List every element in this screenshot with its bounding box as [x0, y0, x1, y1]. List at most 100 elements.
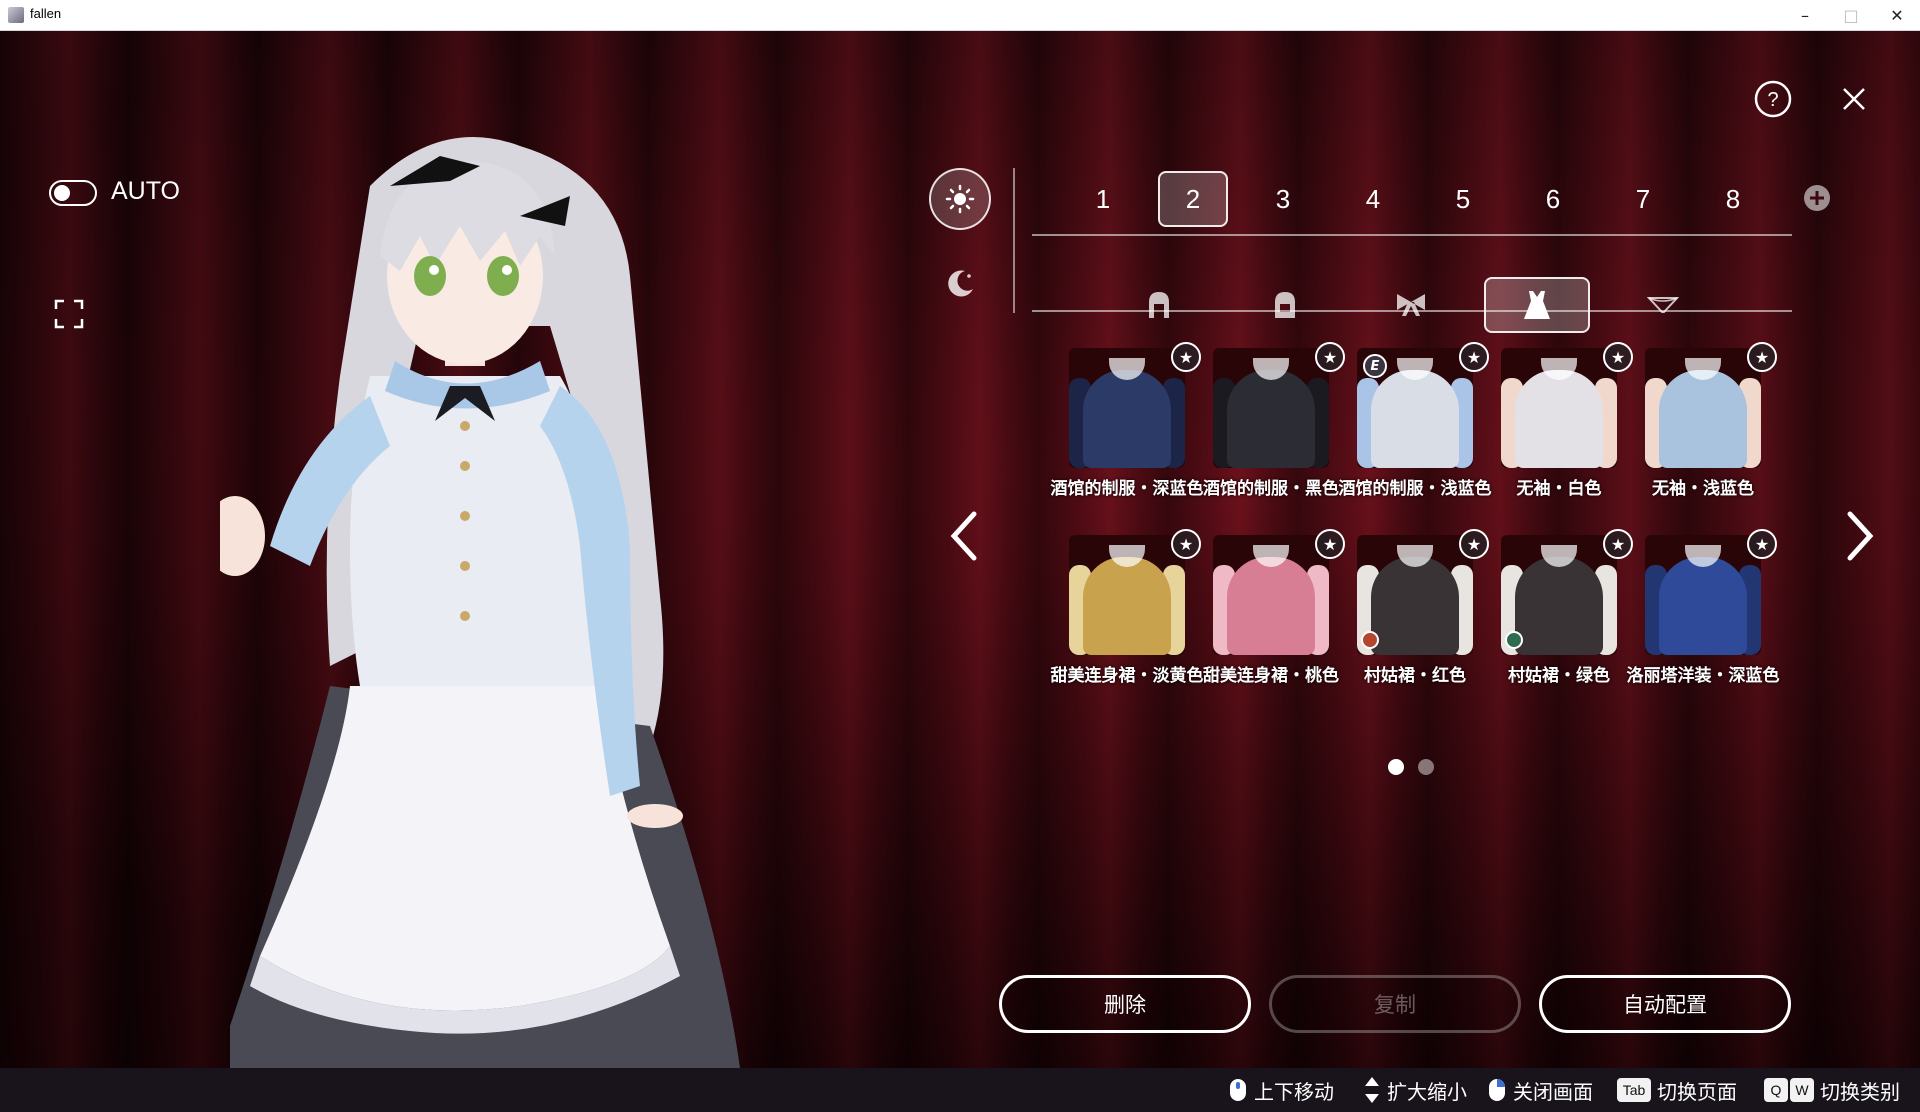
dress-icon [1524, 291, 1550, 319]
outfit-torso [1659, 370, 1747, 468]
minimize-button[interactable]: – [1782, 0, 1828, 30]
slot-1[interactable]: 1 [1068, 171, 1138, 227]
help-icon[interactable]: ? [1753, 79, 1793, 119]
close-icon[interactable] [1834, 79, 1874, 119]
sun-icon [945, 184, 975, 214]
underwear-icon [1647, 297, 1679, 313]
mouse-wheel-icon [1230, 1079, 1246, 1101]
hint-switch-category-label: 切换类别 [1820, 1079, 1900, 1104]
chevron-right-icon[interactable] [1840, 506, 1880, 566]
outfit-item[interactable]: ★ 村姑裙・红色 [1345, 529, 1489, 705]
outfit-item[interactable]: ★ 酒馆的制服・黑色 [1201, 342, 1345, 518]
chevron-left-icon[interactable] [944, 506, 984, 566]
slot-6[interactable]: 6 [1518, 171, 1588, 227]
outfit-label: 洛丽塔洋装・深蓝色 [1626, 666, 1780, 686]
q-key: Q [1764, 1078, 1788, 1102]
ribbon-icon [1397, 294, 1425, 316]
outfit-label: 无袖・浅蓝色 [1652, 479, 1754, 499]
category-tab-back-hair[interactable] [1232, 277, 1338, 333]
page-dot-2[interactable] [1418, 759, 1434, 775]
star-icon[interactable]: ★ [1603, 342, 1633, 372]
app-icon [8, 7, 24, 23]
star-icon[interactable]: ★ [1171, 342, 1201, 372]
outfit-torso [1515, 370, 1603, 468]
slot-3[interactable]: 3 [1248, 171, 1318, 227]
auto-config-button[interactable]: 自动配置 [1539, 975, 1791, 1033]
outfit-thumbnail [1213, 535, 1329, 655]
controls-hint-bar: 上下移动 扩大缩小 关闭画面 Tab 切换页面 Q W 切换类别 [0, 1068, 1920, 1112]
outfit-label: 甜美连身裙・桃色 [1203, 666, 1339, 686]
outfit-label: 村姑裙・绿色 [1508, 666, 1610, 686]
up-down-arrow-icon [1365, 1077, 1379, 1103]
category-tab-accessory[interactable] [1358, 277, 1464, 333]
character-illustration [220, 137, 740, 1068]
outfit-thumbnail [1501, 348, 1617, 468]
star-icon[interactable]: ★ [1459, 342, 1489, 372]
window-title: fallen [30, 6, 62, 21]
outfit-torso [1515, 557, 1603, 655]
window-close-button[interactable]: ✕ [1874, 0, 1920, 30]
hint-move: 上下移动 [1228, 1076, 1334, 1104]
outfit-label: 酒馆的制服・深蓝色 [1050, 479, 1204, 499]
hint-move-label: 上下移动 [1254, 1079, 1334, 1104]
equipped-badge: E [1363, 354, 1387, 378]
outfit-label: 村姑裙・红色 [1364, 666, 1466, 686]
slots-divider [1032, 234, 1792, 236]
copy-button[interactable]: 复制 [1269, 975, 1521, 1033]
panel-divider [1013, 168, 1015, 313]
star-icon[interactable]: ★ [1747, 342, 1777, 372]
hint-zoom: 扩大缩小 [1363, 1076, 1467, 1104]
delete-button[interactable]: 删除 [999, 975, 1251, 1033]
outfit-torso [1227, 557, 1315, 655]
wig-back-icon [1275, 292, 1295, 318]
day-mode-button[interactable] [929, 168, 991, 230]
color-swatch [1361, 631, 1379, 649]
hint-close-label: 关闭画面 [1513, 1079, 1593, 1104]
outfit-item[interactable]: ★ 酒馆的制服・深蓝色 [1051, 342, 1204, 518]
page-dot-1[interactable] [1388, 759, 1404, 775]
outfit-torso [1227, 370, 1315, 468]
auto-toggle-knob [54, 185, 70, 201]
category-tab-clothing[interactable] [1484, 277, 1590, 333]
auto-label: AUTO [111, 177, 180, 205]
outfit-torso [1371, 370, 1459, 468]
outfit-item[interactable]: ★ 甜美连身裙・桃色 [1201, 529, 1345, 705]
hint-close: 关闭画面 [1487, 1076, 1593, 1104]
maximize-button[interactable]: □ [1828, 0, 1874, 30]
auto-toggle[interactable] [49, 180, 97, 206]
star-icon[interactable]: ★ [1459, 529, 1489, 559]
slot-5[interactable]: 5 [1428, 171, 1498, 227]
outfit-torso [1083, 370, 1171, 468]
slot-8[interactable]: 8 [1698, 171, 1768, 227]
outfit-thumbnail [1069, 348, 1185, 468]
outfit-torso [1371, 557, 1459, 655]
plus-icon[interactable] [1803, 184, 1831, 212]
star-icon[interactable]: ★ [1603, 529, 1633, 559]
star-icon[interactable]: ★ [1747, 529, 1777, 559]
slot-4[interactable]: 4 [1338, 171, 1408, 227]
outfit-label: 甜美连身裙・淡黄色 [1050, 666, 1204, 686]
outfit-item[interactable]: ★ 无袖・浅蓝色 [1633, 342, 1777, 518]
slot-7[interactable]: 7 [1608, 171, 1678, 227]
outfit-thumbnail [1213, 348, 1329, 468]
outfit-item[interactable]: ★ 无袖・白色 [1489, 342, 1633, 518]
outfit-label: 无袖・白色 [1516, 479, 1602, 499]
fullscreen-icon[interactable] [54, 299, 84, 329]
outfit-item[interactable]: ★ 村姑裙・绿色 [1489, 529, 1633, 705]
star-icon[interactable]: ★ [1315, 342, 1345, 372]
svg-text:?: ? [1767, 89, 1778, 111]
mouse-right-click-icon [1489, 1079, 1505, 1101]
star-icon[interactable]: ★ [1315, 529, 1345, 559]
categories-divider [1032, 310, 1792, 312]
outfit-label: 酒馆的制服・黑色 [1203, 479, 1339, 499]
star-icon[interactable]: ★ [1171, 529, 1201, 559]
outfit-item[interactable]: ★ 甜美连身裙・淡黄色 [1051, 529, 1204, 705]
w-key: W [1790, 1078, 1814, 1102]
moon-icon[interactable] [945, 267, 977, 299]
outfit-item[interactable]: ★ 洛丽塔洋装・深蓝色 [1627, 529, 1780, 705]
slot-2[interactable]: 2 [1158, 171, 1228, 227]
category-tab-underwear[interactable] [1610, 277, 1716, 333]
outfit-item[interactable]: E ★ 酒馆的制服・浅蓝色 [1339, 342, 1492, 518]
outfit-torso [1083, 557, 1171, 655]
category-tab-front-hair[interactable] [1106, 277, 1212, 333]
